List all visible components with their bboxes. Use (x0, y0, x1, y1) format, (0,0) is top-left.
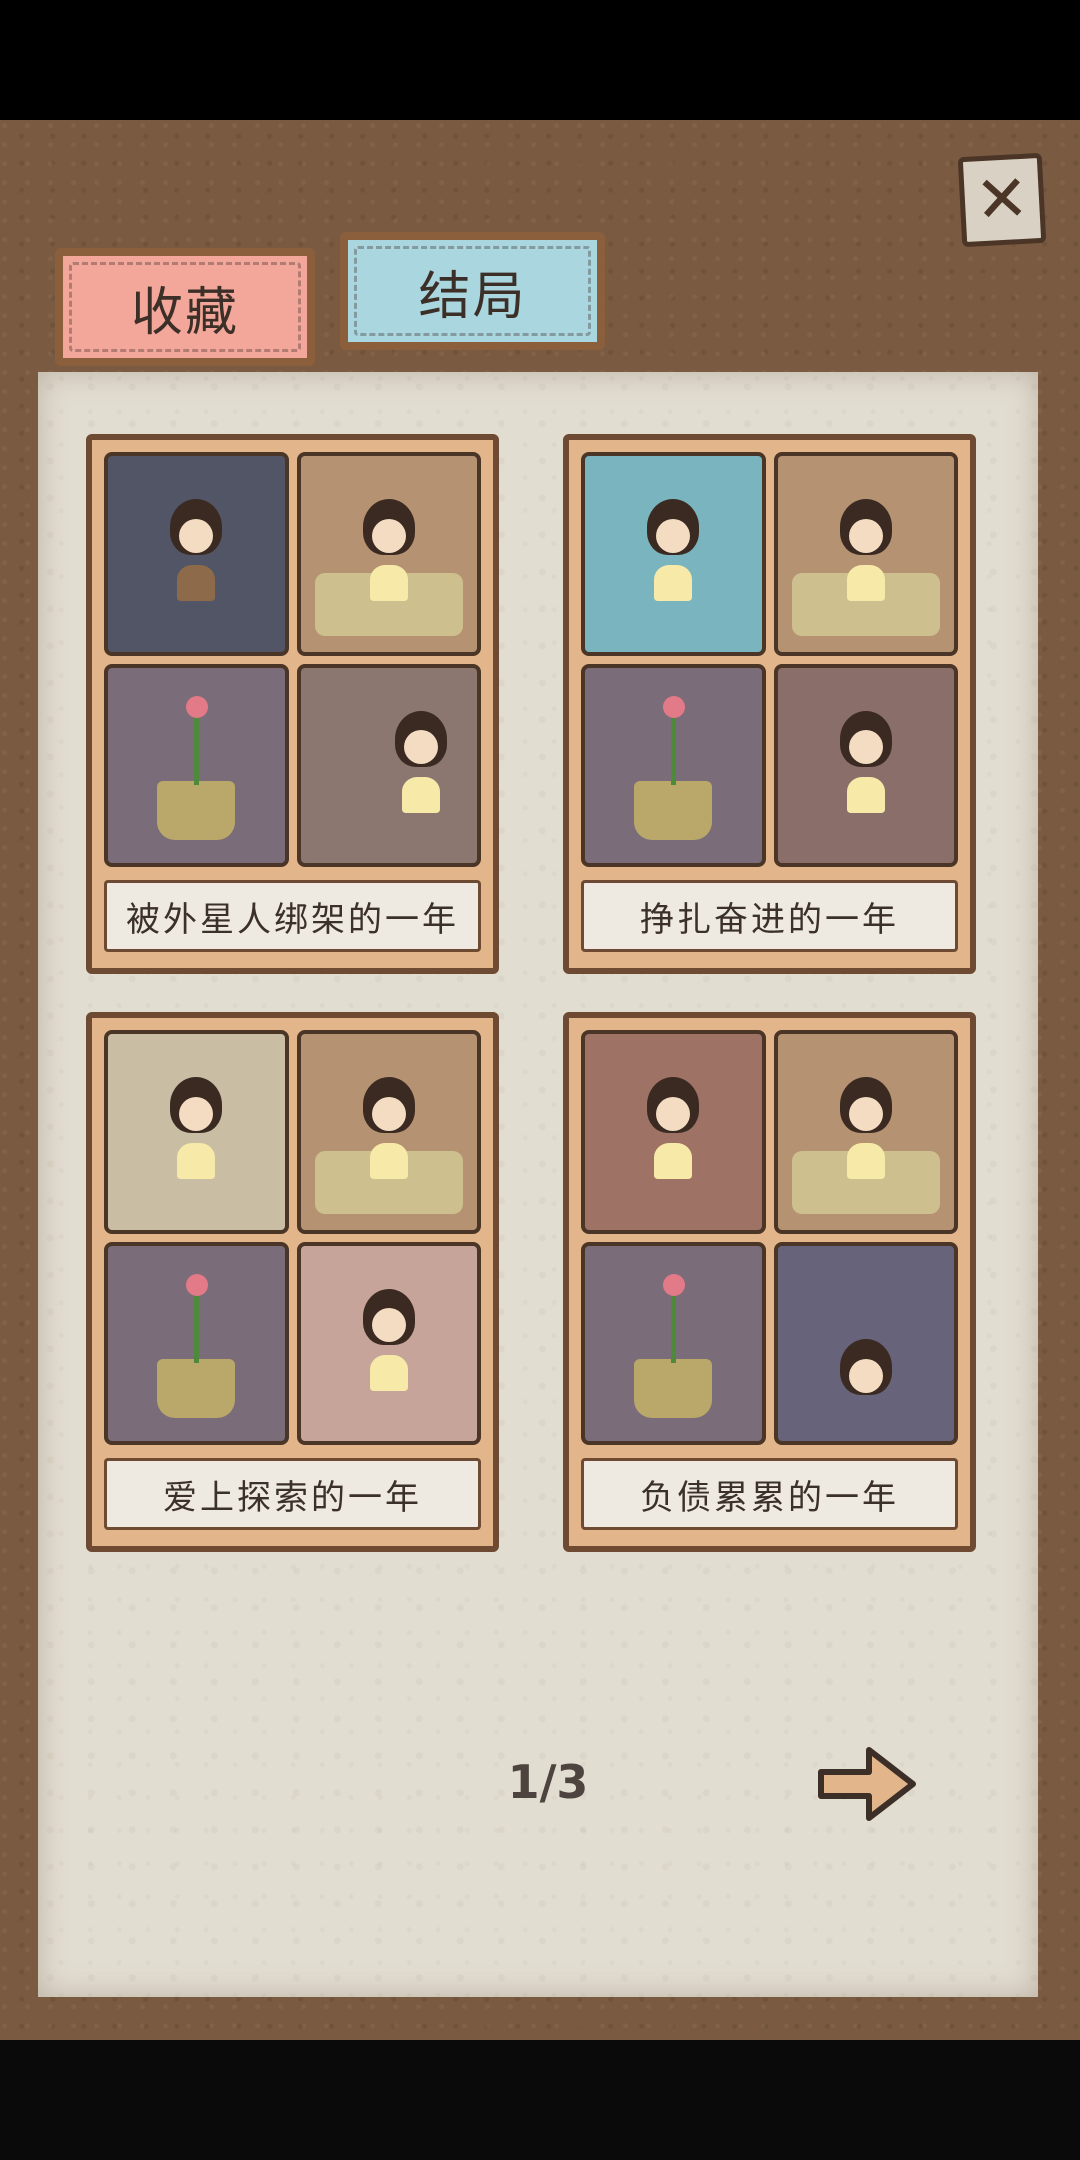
illustration-panel (773, 1241, 958, 1445)
ending-card-illustrations (104, 1030, 481, 1445)
tab-endings-label: 结局 (418, 266, 527, 327)
endings-paper-panel: 被外星人绑架的一年 挣扎奋进的一年 爱上探索的一年 负债累累的一年 1/3 (38, 372, 1038, 1997)
illustration-panel (296, 1241, 481, 1445)
illustration-panel (773, 663, 958, 867)
close-x-icon: ✕ (973, 161, 1031, 239)
ending-title: 爱上探索的一年 (104, 1458, 481, 1530)
illustration-panel (581, 1241, 766, 1445)
page-indicator: 1/3 (507, 1755, 589, 1809)
bottom-black-bar (0, 2040, 1080, 2160)
illustration-panel (581, 452, 766, 656)
ending-card-2[interactable]: 挣扎奋进的一年 (563, 434, 976, 974)
ending-title: 被外星人绑架的一年 (104, 880, 481, 952)
illustration-panel (581, 663, 766, 867)
illustration-panel (773, 452, 958, 656)
illustration-panel (581, 1030, 766, 1234)
illustration-panel (773, 1030, 958, 1234)
illustration-panel (296, 663, 481, 867)
illustration-panel (296, 452, 481, 656)
illustration-panel (104, 1030, 289, 1234)
ending-title: 负债累累的一年 (581, 1458, 958, 1530)
ending-card-1[interactable]: 被外星人绑架的一年 (86, 434, 499, 974)
tab-endings[interactable]: 结局 (340, 232, 605, 350)
illustration-panel (104, 1241, 289, 1445)
ending-card-illustrations (104, 452, 481, 867)
arrow-right-icon (818, 1747, 916, 1821)
ending-title: 挣扎奋进的一年 (581, 880, 958, 952)
illustration-panel (104, 452, 289, 656)
ending-card-3[interactable]: 爱上探索的一年 (86, 1012, 499, 1552)
next-page-button[interactable] (815, 1742, 919, 1826)
close-button[interactable]: ✕ (957, 152, 1047, 248)
ending-card-4[interactable]: 负债累累的一年 (563, 1012, 976, 1552)
ending-card-illustrations (581, 452, 958, 867)
ending-card-illustrations (581, 1030, 958, 1445)
illustration-panel (296, 1030, 481, 1234)
tab-collection[interactable]: 收藏 (55, 248, 315, 366)
top-black-bar (0, 0, 1080, 120)
tab-collection-label: 收藏 (130, 282, 239, 343)
illustration-panel (104, 663, 289, 867)
